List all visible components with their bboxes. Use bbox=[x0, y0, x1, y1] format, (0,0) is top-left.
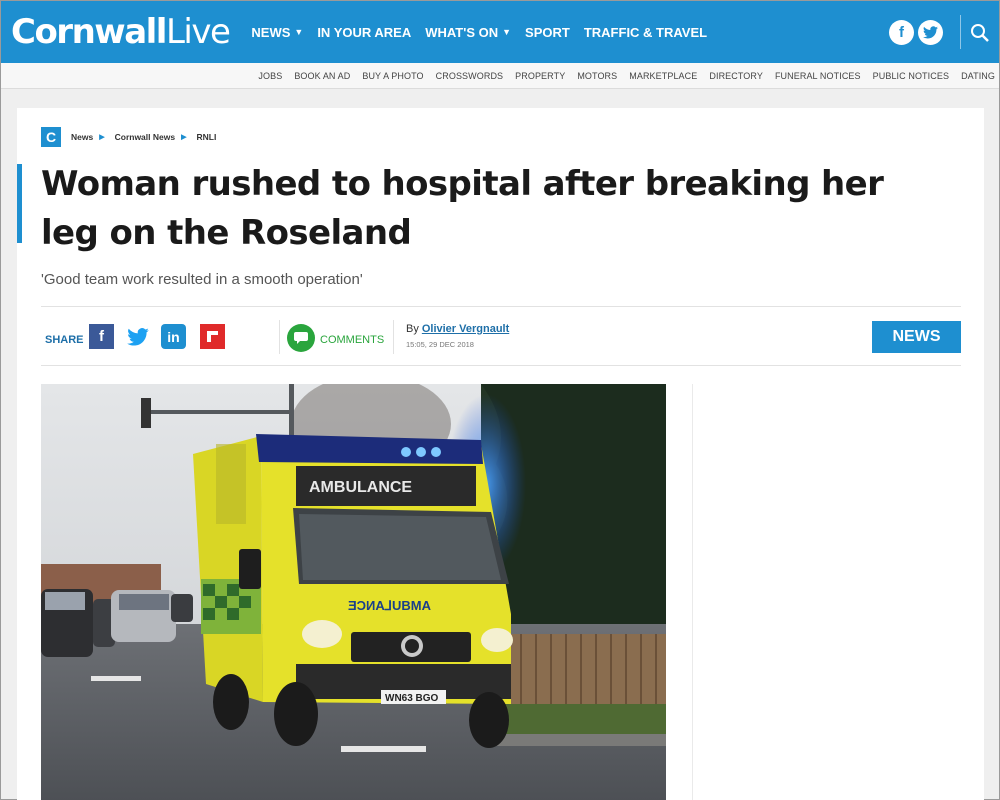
subnav-item-funeral-notices[interactable]: FUNERAL NOTICES bbox=[775, 71, 861, 81]
byline-prefix: By bbox=[406, 323, 419, 335]
breadcrumb-label: Cornwall News bbox=[114, 132, 176, 142]
subnav-item-marketplace[interactable]: MARKETPLACE bbox=[629, 71, 697, 81]
subnav-item-directory[interactable]: DIRECTORY bbox=[709, 71, 763, 81]
sidebar-divider bbox=[692, 384, 693, 800]
divider bbox=[279, 320, 280, 354]
twitter-share-icon[interactable] bbox=[125, 324, 150, 349]
search-icon[interactable] bbox=[969, 22, 991, 44]
nav-item-sport[interactable]: SPORT bbox=[525, 25, 570, 40]
article-photo[interactable]: AMBULANCE ƎƆИA⅃UBMA WN63 BGO bbox=[41, 384, 666, 800]
subnav-item-property[interactable]: PROPERTY bbox=[515, 71, 565, 81]
header-divider bbox=[960, 15, 961, 49]
author-link[interactable]: Olivier Vergnault bbox=[422, 323, 509, 335]
article-standfirst: 'Good team work resulted in a smooth ope… bbox=[41, 271, 363, 288]
facebook-share-icon[interactable]: f bbox=[89, 324, 114, 349]
subnav-item-crosswords[interactable]: CROSSWORDS bbox=[436, 71, 504, 81]
logo-text-live: Live bbox=[165, 12, 231, 52]
subnav-item-jobs[interactable]: JOBS bbox=[258, 71, 282, 81]
nav-item-label: SPORT bbox=[525, 24, 570, 40]
chevron-down-icon: ▼ bbox=[502, 27, 512, 37]
chevron-down-icon: ▼ bbox=[294, 27, 304, 37]
chevron-right-icon: ▶ bbox=[181, 134, 187, 141]
ambulance-number-plate: WN63 BGO bbox=[385, 693, 439, 704]
twitter-icon[interactable] bbox=[918, 20, 943, 45]
chevron-right-icon: ▶ bbox=[99, 134, 105, 141]
headline-accent-bar bbox=[17, 164, 22, 243]
breadcrumb-item-cornwall-news[interactable]: Cornwall News ▶ bbox=[115, 132, 187, 142]
nav-item-label: IN YOUR AREA bbox=[317, 24, 412, 40]
linkedin-share-icon[interactable]: in bbox=[161, 324, 186, 349]
byline: By Olivier Vergnault bbox=[406, 323, 509, 335]
share-label: SHARE bbox=[45, 334, 84, 346]
breadcrumb: C News ▶ Cornwall News ▶ RNLI bbox=[41, 127, 216, 147]
facebook-icon[interactable]: f bbox=[889, 20, 914, 45]
category-badge[interactable]: NEWS bbox=[872, 321, 961, 353]
ambulance-mirror-text: ƎƆИA⅃UBMA bbox=[348, 598, 432, 613]
nav-item-in-your-area[interactable]: IN YOUR AREA bbox=[317, 25, 411, 40]
divider bbox=[393, 320, 394, 354]
breadcrumb-item-rnli[interactable]: RNLI bbox=[196, 132, 216, 142]
section-logo-icon[interactable]: C bbox=[41, 127, 61, 147]
breadcrumb-label: RNLI bbox=[196, 132, 217, 142]
logo-text-cornwall: Cornwall bbox=[11, 12, 167, 52]
breadcrumb-label: News bbox=[71, 132, 94, 142]
header-social-links: f bbox=[885, 20, 943, 45]
divider bbox=[41, 365, 961, 366]
nav-item-label: TRAFFIC & TRAVEL bbox=[583, 24, 708, 40]
subnav-item-public-notices[interactable]: PUBLIC NOTICES bbox=[873, 71, 949, 81]
top-navigation-bar: Cornwall Live NEWS ▼ IN YOUR AREA WHAT'S O… bbox=[1, 1, 999, 63]
subnav-item-motors[interactable]: MOTORS bbox=[577, 71, 617, 81]
secondary-nav: JOBS BOOK AN AD BUY A PHOTO CROSSWORDS P… bbox=[1, 63, 999, 89]
ambulance-front-text: AMBULANCE bbox=[309, 479, 412, 496]
flipboard-share-icon[interactable] bbox=[200, 324, 225, 349]
nav-item-label: NEWS bbox=[251, 24, 291, 40]
divider bbox=[41, 306, 961, 307]
ambulance-photo-illustration: AMBULANCE ƎƆИA⅃UBMA WN63 BGO bbox=[41, 384, 666, 800]
nav-item-news[interactable]: NEWS ▼ bbox=[251, 25, 303, 40]
comments-link[interactable]: COMMENTS bbox=[320, 334, 384, 346]
subnav-item-buy-a-photo[interactable]: BUY A PHOTO bbox=[362, 71, 423, 81]
main-nav: NEWS ▼ IN YOUR AREA WHAT'S ON ▼ SPORT TRAF… bbox=[251, 25, 721, 40]
breadcrumb-item-news[interactable]: News ▶ bbox=[71, 132, 105, 142]
article-card: C News ▶ Cornwall News ▶ RNLI Woman rushed… bbox=[17, 108, 984, 800]
comments-icon[interactable] bbox=[287, 324, 315, 352]
site-logo[interactable]: Cornwall Live bbox=[11, 12, 231, 52]
nav-item-whats-on[interactable]: WHAT'S ON ▼ bbox=[425, 25, 511, 40]
subnav-item-dating[interactable]: DATING bbox=[961, 71, 995, 81]
publish-date: 15:05, 29 DEC 2018 bbox=[406, 340, 474, 349]
nav-item-traffic-travel[interactable]: TRAFFIC & TRAVEL bbox=[584, 25, 707, 40]
article-headline: Woman rushed to hospital after breaking … bbox=[41, 164, 884, 253]
subnav-item-book-an-ad[interactable]: BOOK AN AD bbox=[294, 71, 350, 81]
nav-item-label: WHAT'S ON bbox=[425, 24, 499, 40]
